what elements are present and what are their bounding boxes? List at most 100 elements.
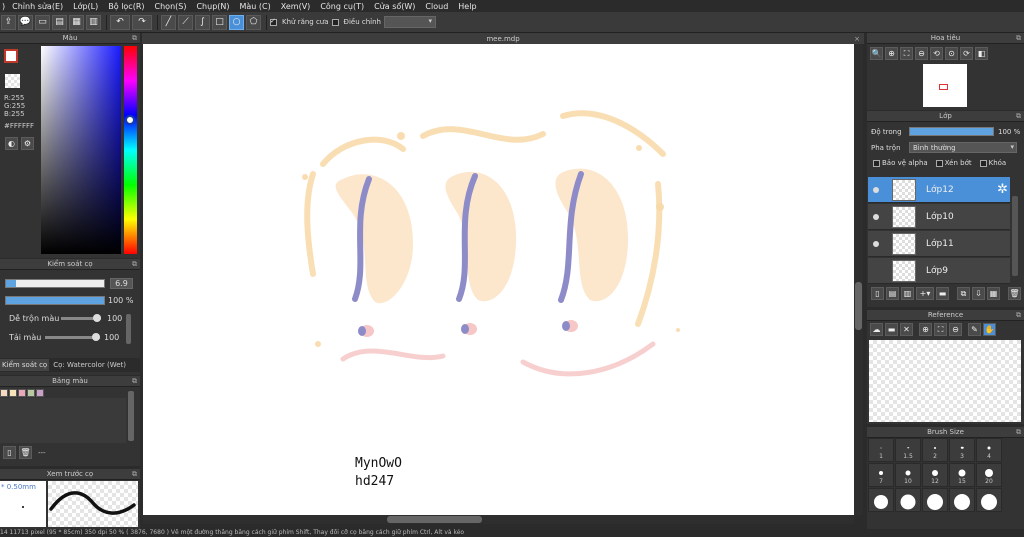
palette-icon[interactable]: ◐ xyxy=(5,137,18,150)
line-tool-icon[interactable]: ╱ xyxy=(161,14,176,30)
brush-size-preset[interactable]: 1.5 xyxy=(895,438,921,462)
tab-brush-control[interactable]: Kiểm soát cọ xyxy=(0,359,50,371)
brush-control-scrollbar[interactable] xyxy=(126,314,131,344)
eyedropper-icon[interactable]: ✎ xyxy=(968,323,981,336)
layer-blend-dropdown[interactable]: Bình thường ▾ xyxy=(909,142,1017,153)
palette-swatch[interactable] xyxy=(36,389,44,397)
chat-icon[interactable]: 💬 xyxy=(18,14,33,30)
menu-item-9[interactable]: Cloud xyxy=(420,2,453,11)
reference-canvas[interactable] xyxy=(869,340,1021,422)
duplicate-layer-icon[interactable]: ⧉ xyxy=(957,287,970,300)
palette-swatch[interactable] xyxy=(18,389,26,397)
brush-size-preset[interactable]: 15 xyxy=(949,463,975,487)
layer-scrollbar[interactable] xyxy=(1012,196,1018,276)
panel-detach-icon[interactable]: ⧉ xyxy=(1016,34,1021,43)
menu-overflow[interactable]: ) xyxy=(0,2,7,11)
brush-size-preset[interactable]: 4 xyxy=(976,438,1002,462)
panel-icon[interactable]: ▥ xyxy=(86,14,101,30)
polygon-tool-icon[interactable]: ⬠ xyxy=(246,14,261,30)
new-raster-layer-icon[interactable]: ▤ xyxy=(886,287,899,300)
brush-size-preset[interactable]: 1 xyxy=(868,438,894,462)
new-palette-icon[interactable]: ▯ xyxy=(3,446,16,459)
menu-item-10[interactable]: Help xyxy=(453,2,481,11)
add-layer-menu-icon[interactable]: +▾ xyxy=(916,287,934,300)
menu-item-3[interactable]: Chọn(S) xyxy=(150,2,192,11)
layer-item[interactable]: Lớp9 xyxy=(868,258,1010,284)
menu-item-7[interactable]: Công cụ(T) xyxy=(315,2,369,11)
palette-swatch[interactable] xyxy=(9,389,17,397)
menu-item-2[interactable]: Bộ lọc(R) xyxy=(103,2,149,11)
close-icon[interactable]: ✕ xyxy=(900,323,913,336)
rotate-right-icon[interactable]: ⟳ xyxy=(960,47,973,60)
zoom-icon[interactable]: 🔍 xyxy=(870,47,883,60)
adjust-checkbox[interactable] xyxy=(331,18,339,26)
share-icon[interactable]: ⇪ xyxy=(1,14,16,30)
brush-opacity-slider[interactable] xyxy=(5,296,105,305)
reload-slider-handle[interactable] xyxy=(92,333,100,341)
zoom-in-icon[interactable]: ⊕ xyxy=(885,47,898,60)
grid-icon[interactable]: ▦ xyxy=(69,14,84,30)
saturation-value-square[interactable] xyxy=(41,46,121,254)
cloud-icon[interactable]: ☁ xyxy=(870,323,883,336)
rotate-left-icon[interactable]: ⟲ xyxy=(930,47,943,60)
merge-layer-icon[interactable]: ⇩ xyxy=(972,287,985,300)
visibility-icon[interactable] xyxy=(873,187,879,193)
transparent-color-swatch[interactable] xyxy=(5,74,20,88)
vertical-scrollbar[interactable] xyxy=(854,44,863,515)
brush-size-preset[interactable]: 3 xyxy=(949,438,975,462)
antialias-checkbox[interactable] xyxy=(270,17,277,26)
navigator-thumbnail[interactable] xyxy=(923,64,967,107)
brush-size-preset[interactable] xyxy=(949,488,975,512)
foreground-color-swatch[interactable] xyxy=(4,49,18,63)
brush-size-preset[interactable] xyxy=(868,488,894,512)
layer-opacity-slider[interactable] xyxy=(909,127,994,136)
brush-size-preset[interactable] xyxy=(922,488,948,512)
menu-item-1[interactable]: Lớp(L) xyxy=(68,2,103,11)
brush-size-preset[interactable]: 10 xyxy=(895,463,921,487)
horizontal-scrollbar[interactable] xyxy=(143,515,854,524)
visibility-icon[interactable] xyxy=(873,214,879,220)
reset-rotation-icon[interactable]: ⊙ xyxy=(945,47,958,60)
panel-detach-icon[interactable]: ⧉ xyxy=(132,34,137,43)
canvas[interactable]: MynOwO hd247 xyxy=(143,44,854,515)
zoom-out-icon[interactable]: ⊖ xyxy=(915,47,928,60)
menu-item-8[interactable]: Cửa sổ(W) xyxy=(369,2,420,11)
panel-detach-icon[interactable]: ⧉ xyxy=(132,260,137,269)
close-document-icon[interactable]: × xyxy=(854,35,860,43)
menu-item-6[interactable]: Xem(V) xyxy=(276,2,316,11)
blend-slider-handle[interactable] xyxy=(93,314,101,322)
new-folder-icon[interactable]: ▬ xyxy=(936,287,949,300)
rectangle-tool-icon[interactable]: □ xyxy=(212,14,227,30)
brush-size-preset[interactable] xyxy=(895,488,921,512)
hand-icon[interactable]: ✋ xyxy=(983,323,996,336)
open-folder-icon[interactable]: ▬ xyxy=(885,323,898,336)
palette-scrollbar[interactable] xyxy=(128,391,134,441)
brush-size-preset[interactable]: 12 xyxy=(922,463,948,487)
visibility-icon[interactable] xyxy=(873,241,879,247)
redo-icon[interactable]: ↷ xyxy=(132,14,152,30)
layer-property-icon[interactable]: ▦ xyxy=(987,287,1000,300)
document-title[interactable]: mee.mdp xyxy=(486,35,519,43)
panel-detach-icon[interactable]: ⧉ xyxy=(132,377,137,386)
brush-size-preset[interactable]: 2 xyxy=(922,438,948,462)
panel-detach-icon[interactable]: ⧉ xyxy=(1016,112,1021,121)
flip-icon[interactable]: ◧ xyxy=(975,47,988,60)
menu-item-4[interactable]: Chụp(N) xyxy=(191,2,234,11)
brush-size-value[interactable]: 6.9 xyxy=(110,278,133,289)
hue-handle[interactable] xyxy=(125,115,135,125)
gear-icon[interactable]: ✲ xyxy=(997,182,1008,197)
panel-detach-icon[interactable]: ⧉ xyxy=(132,470,137,479)
eyedropper-settings-icon[interactable]: ⚙ xyxy=(21,137,34,150)
menu-item-5[interactable]: Màu (C) xyxy=(235,2,276,11)
new-layer-icon[interactable]: ▯ xyxy=(871,287,884,300)
navigator-viewport[interactable] xyxy=(939,84,948,90)
layer-item[interactable]: Lớp11 xyxy=(868,231,1010,257)
palette-more[interactable]: --- xyxy=(38,449,46,457)
adjust-dropdown[interactable]: ▾ xyxy=(384,16,436,28)
polyline-tool-icon[interactable]: ⟋ xyxy=(178,14,193,30)
document-icon[interactable]: ▤ xyxy=(52,14,67,30)
clipping-checkbox[interactable] xyxy=(935,159,943,167)
brush-size-preset[interactable]: 7 xyxy=(868,463,894,487)
brush-size-preset[interactable] xyxy=(976,488,1002,512)
new-halftone-layer-icon[interactable]: ▥ xyxy=(901,287,914,300)
